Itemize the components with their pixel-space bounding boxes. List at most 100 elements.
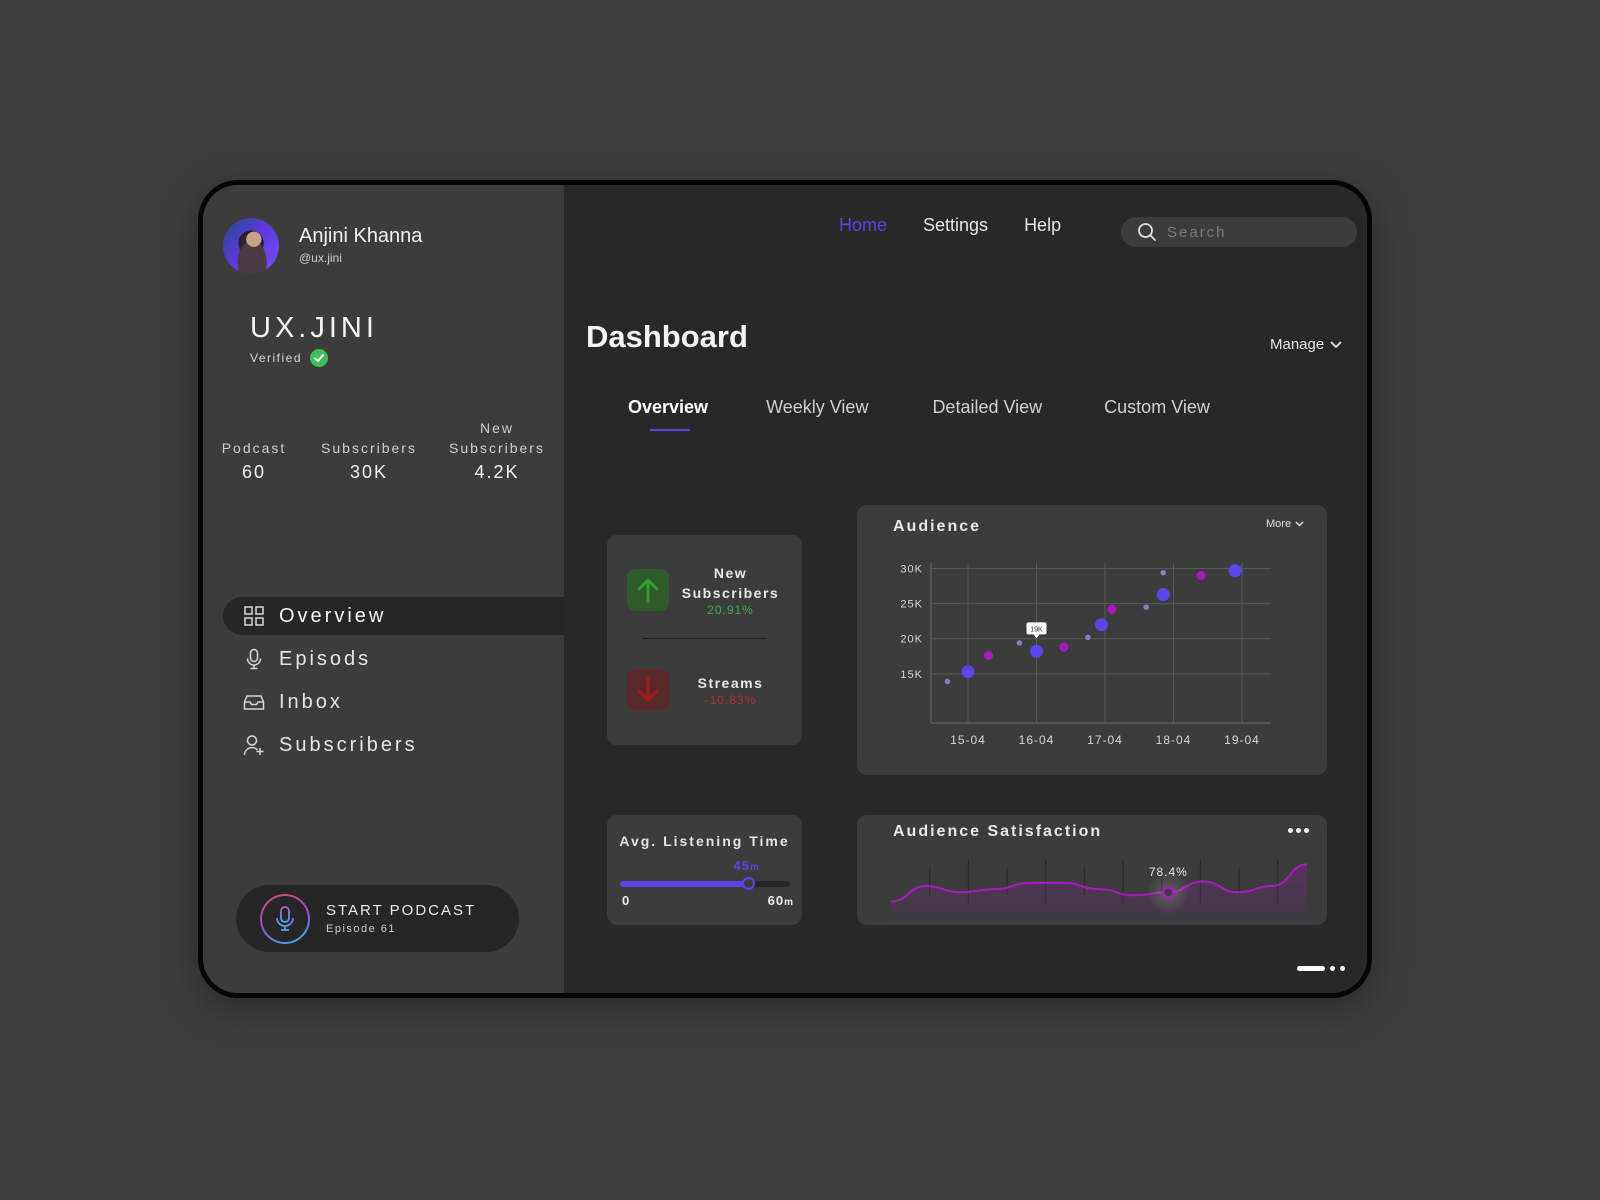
trend-value: 20.91%	[707, 603, 754, 617]
top-nav: Home Settings Help	[839, 215, 1061, 236]
sidebar-item-overview[interactable]: Overview	[223, 597, 564, 635]
max-number: 60	[767, 893, 785, 908]
data-point	[1156, 588, 1170, 602]
divider	[643, 638, 767, 639]
data-point	[1160, 569, 1167, 576]
data-point	[1196, 571, 1206, 581]
y-tick-label: 30K	[900, 564, 923, 576]
highlight-point	[1162, 885, 1175, 899]
y-tick-label: 20K	[900, 634, 923, 646]
nav-link-home[interactable]: Home	[839, 215, 887, 236]
view-tabs: Overview Weekly View Detailed View Custo…	[628, 397, 1210, 431]
data-point	[1095, 618, 1109, 632]
sidebar-item-inbox[interactable]: Inbox	[223, 683, 564, 721]
tab-weekly-view[interactable]: Weekly View	[766, 397, 868, 418]
nav-link-help[interactable]: Help	[1024, 215, 1061, 236]
tab-detailed-view[interactable]: Detailed View	[932, 397, 1042, 418]
stat-label: Subscribers	[449, 440, 545, 456]
page-indicator-dot[interactable]	[1330, 966, 1335, 971]
sidebar-item-subscribers[interactable]: Subscribers	[223, 726, 564, 764]
stat-label: Podcast	[221, 440, 287, 456]
manage-label: Manage	[1270, 336, 1325, 353]
profile-handle: @ux.jini	[299, 251, 342, 265]
stat-value: 60	[241, 462, 267, 482]
page-title: Dashboard	[586, 319, 748, 354]
search-bar	[1121, 217, 1357, 247]
trend-label: Streams	[697, 675, 764, 691]
audience-chart: 15K 20K 25K 30K 15-04 16-04 17-04 18-04 19-04 19K	[900, 563, 1271, 747]
stat-subscribers: Subscribers 30K	[319, 438, 419, 483]
microphone-icon	[276, 905, 294, 931]
current-number: 45	[733, 858, 750, 873]
slider-thumb[interactable]	[741, 877, 755, 890]
start-podcast-title: START PODCAST	[326, 902, 477, 919]
grid-icon	[244, 606, 264, 626]
check-circle-icon	[310, 349, 329, 367]
start-podcast-subtitle: Episode 61	[326, 923, 397, 935]
listening-current-value: 45m	[734, 858, 760, 873]
highlight-label: 78.4%	[1149, 865, 1188, 879]
max-unit: m	[784, 897, 794, 908]
stat-value: 4.2K	[474, 462, 520, 482]
listening-time-title: Avg. Listening Time	[619, 833, 790, 849]
arrow-down-icon	[627, 669, 669, 711]
satisfaction-card: Audience Satisfaction 78.4%	[857, 815, 1327, 925]
stat-label: Subscribers	[321, 440, 417, 456]
trend-label: New	[713, 565, 748, 581]
data-point	[944, 678, 951, 685]
arrow-up-icon	[627, 569, 669, 611]
page-indicator-dot[interactable]	[1340, 966, 1345, 971]
sidebar-item-episods[interactable]: Episods	[223, 640, 564, 678]
sidebar-item-label: Inbox	[279, 690, 343, 713]
nav-link-settings[interactable]: Settings	[923, 215, 988, 236]
data-point	[1107, 604, 1117, 614]
add-user-icon	[243, 735, 264, 756]
verified-label: Verified	[250, 351, 303, 365]
slider-min-label: 0	[622, 893, 631, 908]
data-point	[1143, 604, 1149, 610]
search-input[interactable]	[1167, 223, 1337, 241]
trend-value: -10.83%	[704, 693, 757, 707]
x-tick-label: 15-04	[950, 733, 986, 747]
listening-time-card: Avg. Listening Time 45m 0 60m	[607, 815, 802, 925]
avatar[interactable]	[223, 218, 279, 274]
search-icon	[1138, 223, 1156, 241]
y-tick-label: 15K	[900, 669, 923, 681]
satisfaction-chart: 78.4%	[890, 860, 1308, 925]
data-point	[1085, 634, 1091, 641]
profile-stats: Podcast 60 Subscribers 30K New Subscribe…	[219, 413, 549, 483]
data-point	[1030, 644, 1043, 658]
data-point	[1016, 640, 1023, 646]
verified-badge: Verified	[250, 349, 329, 367]
x-tick-label: 18-04	[1156, 733, 1192, 747]
tooltip-label: 19K	[1030, 626, 1043, 633]
manage-dropdown[interactable]: Manage	[1270, 336, 1342, 353]
listening-slider[interactable]	[620, 877, 790, 890]
y-tick-label: 25K	[900, 599, 923, 611]
data-point	[984, 651, 994, 661]
sidebar: Anjini Khanna @ux.jini UX.JINI Verified …	[203, 185, 564, 993]
slider-fill	[620, 881, 748, 887]
tab-overview[interactable]: Overview	[628, 397, 708, 431]
trend-new-subscribers: New Subscribers 20.91%	[627, 563, 792, 617]
data-point	[1059, 642, 1069, 652]
tab-custom-view[interactable]: Custom View	[1104, 397, 1210, 418]
profile-name: Anjini Khanna	[299, 225, 423, 247]
current-unit: m	[749, 862, 760, 873]
slider-max-label: 60m	[768, 893, 794, 908]
sidebar-item-label: Overview	[279, 604, 387, 627]
x-tick-label: 17-04	[1087, 733, 1123, 747]
data-point	[961, 665, 975, 679]
data-point	[1228, 564, 1242, 578]
stat-label-top: New	[479, 420, 514, 436]
stat-new-subscribers: New Subscribers 4.2K	[445, 418, 549, 483]
trend-label: Subscribers	[681, 585, 780, 601]
start-podcast-button[interactable]: START PODCAST Episode 61	[236, 885, 519, 952]
x-tick-label: 19-04	[1224, 733, 1260, 747]
area-fill	[891, 864, 1307, 925]
sidebar-nav: Overview Episods Inbox Subscribers	[223, 597, 564, 769]
mic-ring	[260, 893, 310, 944]
brand-name: UX.JINI	[250, 312, 378, 344]
tooltip-pointer	[1033, 634, 1040, 639]
page-indicator-active[interactable]	[1297, 966, 1325, 971]
